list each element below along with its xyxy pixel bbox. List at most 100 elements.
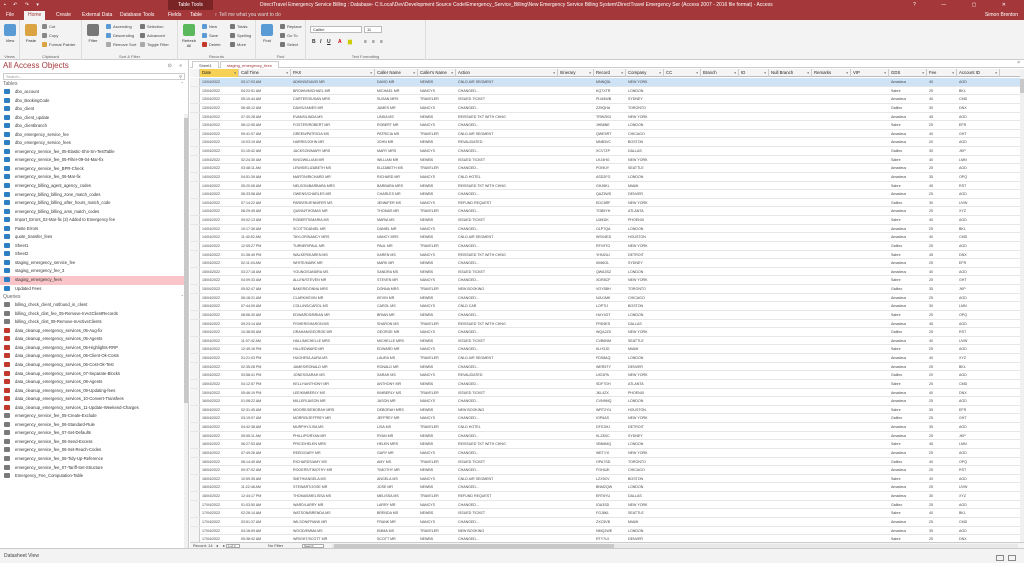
table-cell[interactable]: Sabre <box>889 251 927 259</box>
table-cell[interactable]: SYDNEY <box>626 259 664 267</box>
table-cell[interactable]: NANCYS <box>418 121 456 129</box>
table-cell[interactable]: CHANGED... <box>456 449 558 457</box>
table-cell[interactable]: Sabre <box>889 345 927 353</box>
table-cell[interactable]: UJM1IK <box>594 216 626 224</box>
table-cell[interactable]: LZX9CV <box>594 475 626 483</box>
nav-item-query[interactable]: data_cleanup_emergency_services_10-Conve… <box>0 395 188 404</box>
table-cell[interactable]: AGD <box>957 527 1000 535</box>
table-cell[interactable]: CHANGED... <box>456 104 558 112</box>
table-cell[interactable]: RST <box>957 182 1000 190</box>
table-cell[interactable]: DALLAS <box>626 147 664 155</box>
record-selector[interactable] <box>190 164 200 173</box>
italic-button[interactable]: I <box>320 39 321 45</box>
table-row[interactable]: 13/04/2022 05:10:44 AM CARTER/SUSAN MRS SUS… <box>190 95 1020 104</box>
table-cell[interactable]: CNLD HOTEL <box>456 173 558 181</box>
record-selector[interactable] <box>190 310 200 319</box>
table-cell[interactable]: SEATTLE <box>626 164 664 172</box>
table-cell[interactable]: 25 <box>927 535 957 542</box>
table-cell[interactable]: MARK MR <box>375 259 418 267</box>
table-cell[interactable]: 30 <box>927 199 957 207</box>
table-cell[interactable]: NEWBS <box>418 190 456 198</box>
table-cell[interactable]: TRAVELER <box>418 320 456 328</box>
table-cell[interactable]: ZZ9QHA <box>594 104 626 112</box>
table-cell[interactable]: 40 <box>927 156 957 164</box>
table-cell[interactable]: 05:52:47 AM <box>239 285 291 293</box>
table-cell[interactable]: NANCYS <box>418 302 456 310</box>
totals-button[interactable]: Totals <box>230 23 247 31</box>
column-dropdown-icon[interactable]: ▾ <box>846 69 848 77</box>
table-cell[interactable]: Amadeus <box>889 95 927 103</box>
table-cell[interactable]: DNX <box>957 389 1000 397</box>
table-row[interactable]: 13/04/2022 04:22:51 AM BROWN/MICHAEL MR MIC… <box>190 86 1020 96</box>
table-cell[interactable]: 15/04/2022 <box>200 380 239 388</box>
table-cell[interactable]: 14/04/2022 <box>200 216 239 224</box>
table-cell[interactable]: 13/04/2022 <box>200 121 239 129</box>
table-cell[interactable]: GHJ6KL <box>594 182 626 190</box>
table-cell[interactable]: 08:56:30 AM <box>239 311 291 319</box>
table-cell[interactable]: CHANGED... <box>456 242 558 250</box>
ascending-button[interactable]: Ascending <box>106 23 132 31</box>
table-cell[interactable]: 16/04/2022 <box>200 492 239 500</box>
table-cell[interactable]: Galileo <box>889 147 927 155</box>
table-cell[interactable]: 25 <box>927 345 957 353</box>
nav-item-query[interactable]: emergency_service_fee_05-Create-Exclude <box>0 412 188 421</box>
record-selector[interactable] <box>190 267 200 276</box>
table-cell[interactable]: FDS8AQ <box>594 354 626 362</box>
table-cell[interactable]: Amadeus <box>889 466 927 474</box>
record-selector[interactable] <box>190 121 200 130</box>
table-cell[interactable]: CHANGED... <box>456 164 558 172</box>
table-cell[interactable]: AGD <box>957 138 1000 146</box>
table-cell[interactable]: Galileo <box>889 371 927 379</box>
table-cell[interactable]: LARRY MR <box>375 501 418 509</box>
nav-item-table[interactable]: dbo_client_update <box>0 114 188 123</box>
table-cell[interactable]: 25 <box>927 414 957 422</box>
table-cell[interactable]: Amadeus <box>889 78 927 86</box>
table-cell[interactable]: MARTIN/RICHARD MR <box>291 173 375 181</box>
nav-item-table[interactable]: quote_transfer_fees <box>0 233 188 242</box>
table-cell[interactable]: LONDON <box>626 354 664 362</box>
table-cell[interactable]: KIMBERLY MS <box>375 389 418 397</box>
nav-item-query[interactable]: data_cleanup_emergency_services_05-Aug-f… <box>0 327 188 336</box>
table-cell[interactable]: Galileo <box>889 199 927 207</box>
column-header[interactable]: Call Time ▾ <box>239 69 291 77</box>
nav-item-table[interactable]: staging_emergency_fees <box>0 276 188 285</box>
table-cell[interactable]: Amadeus <box>889 268 927 276</box>
record-selector[interactable] <box>190 319 200 328</box>
tab-fields[interactable]: Fields <box>164 11 185 20</box>
table-cell[interactable]: WER5TY <box>594 363 626 371</box>
table-cell[interactable]: NEW YORK <box>626 199 664 207</box>
table-cell[interactable]: MARIA MS <box>375 216 418 224</box>
table-cell[interactable]: CHANGED... <box>456 466 558 474</box>
table-cell[interactable]: ASD2FG <box>594 173 626 181</box>
table-cell[interactable]: Amadeus <box>889 449 927 457</box>
nav-item-query[interactable]: billing_check_clist_fee_05-Remove-InActC… <box>0 310 188 319</box>
table-cell[interactable]: 08:14:40 AM <box>239 458 291 466</box>
table-cell[interactable]: RICHARD MR <box>375 173 418 181</box>
table-cell[interactable]: MIAMI <box>626 345 664 353</box>
table-cell[interactable]: COLLINS/CAROL MS <box>291 302 375 310</box>
column-header[interactable]: Company ▾ <box>626 69 664 77</box>
record-selector[interactable] <box>190 138 200 147</box>
column-dropdown-icon[interactable]: ▾ <box>764 69 766 77</box>
table-cell[interactable]: POI9UY <box>594 164 626 172</box>
table-row[interactable]: 13/04/2022 08:12:55 AM FOSTER/ROBERT MR ROB… <box>190 121 1020 130</box>
table-cell[interactable]: REISSUED TKT WITH CHNG <box>456 182 558 190</box>
align-left-icon[interactable]: ≡ <box>364 39 367 45</box>
table-cell[interactable]: CHICAGO <box>626 294 664 302</box>
select-button[interactable]: Select <box>280 41 298 49</box>
table-cell[interactable]: TRAVELER <box>418 285 456 293</box>
table-cell[interactable]: 03:27:18 AM <box>239 268 291 276</box>
table-cell[interactable]: LONDON <box>626 173 664 181</box>
record-selector[interactable] <box>190 129 200 138</box>
table-cell[interactable]: NEW YORK <box>626 156 664 164</box>
record-selector[interactable] <box>190 457 200 466</box>
table-cell[interactable]: Sabre <box>889 440 927 448</box>
tab-database-tools[interactable]: Database Tools <box>116 11 158 20</box>
table-cell[interactable]: 10:03:19 AM <box>239 138 291 146</box>
table-row[interactable]: 14/04/2022 07:14:22 AM PARKER/JENNIFER MS J… <box>190 198 1020 208</box>
table-cell[interactable]: Amadeus <box>889 138 927 146</box>
table-cell[interactable]: FISHER/SHARON MS <box>291 320 375 328</box>
table-row[interactable]: 15/04/2022 02:11:04 AM WHITE/MARK MR MARK M… <box>190 259 1020 268</box>
table-cell[interactable]: Sabre <box>889 182 927 190</box>
table-cell[interactable]: TRAVELER <box>418 164 456 172</box>
